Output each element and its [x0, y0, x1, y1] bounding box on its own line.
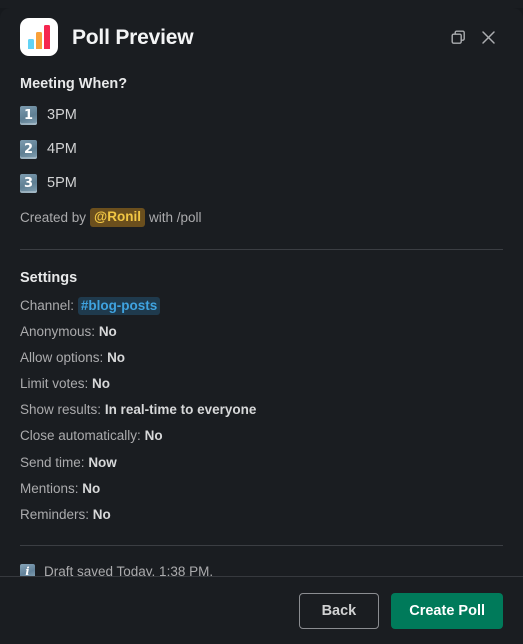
keycap-two-icon: 2 — [20, 139, 37, 159]
setting-row-mentions: Mentions: No — [20, 481, 503, 497]
setting-value: No — [92, 376, 111, 392]
setting-row-reminders: Reminders: No — [20, 507, 503, 523]
setting-value: Now — [88, 454, 117, 470]
created-by-line: Created by @Ronil with /poll — [20, 208, 503, 227]
setting-label: Reminders: — [20, 507, 90, 523]
close-icon[interactable] — [473, 22, 503, 52]
icon-bar-orange — [36, 32, 42, 49]
setting-label: Anonymous: — [20, 323, 96, 339]
setting-value: In real-time to everyone — [104, 402, 257, 418]
settings-heading: Settings — [20, 269, 78, 286]
duplicate-icon[interactable] — [443, 22, 473, 52]
setting-label: Allow options: — [20, 349, 104, 365]
setting-value: No — [144, 428, 163, 444]
setting-value: No — [98, 323, 117, 339]
setting-value: No — [107, 349, 126, 365]
setting-label: Close automatically: — [20, 428, 141, 444]
dialog-body: Meeting When? 1 3PM 2 4PM 3 5PM Created … — [0, 76, 523, 580]
setting-label: Limit votes: — [20, 376, 89, 392]
poll-option-label: 5PM — [47, 175, 77, 191]
section-divider-top — [20, 248, 503, 250]
create-poll-button[interactable]: Create Poll — [391, 592, 503, 629]
poll-bar-chart-icon — [20, 18, 58, 56]
setting-row-anonymous: Anonymous: No — [20, 324, 503, 340]
setting-label: Send time: — [20, 454, 85, 470]
created-by-prefix: Created by — [20, 209, 87, 225]
setting-row-limit-votes: Limit votes: No — [20, 376, 503, 392]
keycap-one-icon: 1 — [20, 105, 37, 125]
dialog-title: Poll Preview — [72, 25, 194, 49]
dialog-footer: Back Create Poll — [0, 576, 523, 644]
poll-option-2: 2 4PM — [20, 138, 503, 160]
setting-row-show-results: Show results: In real-time to everyone — [20, 402, 503, 418]
setting-label: Show results: — [20, 402, 102, 418]
dialog-header: Poll Preview — [0, 8, 523, 60]
section-divider-bottom — [20, 545, 503, 547]
setting-row-channel: Channel: #blog-posts — [20, 296, 503, 315]
setting-row-close-automatically: Close automatically: No — [20, 428, 503, 444]
poll-option-3: 3 5PM — [20, 172, 503, 194]
poll-preview-dialog: Poll Preview Meeting When? 1 3PM 2 4PM 3… — [0, 8, 523, 644]
poll-option-1: 1 3PM — [20, 104, 503, 126]
poll-question: Meeting When? — [20, 76, 128, 92]
setting-label: Channel: — [20, 297, 75, 313]
setting-row-allow-options: Allow options: No — [20, 350, 503, 366]
icon-bar-blue — [28, 39, 34, 49]
poll-option-label: 4PM — [47, 141, 77, 157]
poll-option-label: 3PM — [47, 107, 77, 123]
setting-value: No — [92, 507, 111, 523]
back-button[interactable]: Back — [298, 592, 380, 629]
user-mention-badge[interactable]: @Ronil — [90, 208, 145, 227]
setting-value: No — [82, 480, 101, 496]
setting-row-send-time: Send time: Now — [20, 455, 503, 471]
keycap-three-icon: 3 — [20, 173, 37, 193]
background-top-strip — [0, 0, 523, 8]
icon-bar-pink — [44, 25, 50, 49]
channel-link[interactable]: #blog-posts — [77, 296, 161, 315]
setting-label: Mentions: — [20, 480, 79, 496]
created-by-suffix: with /poll — [148, 209, 202, 225]
